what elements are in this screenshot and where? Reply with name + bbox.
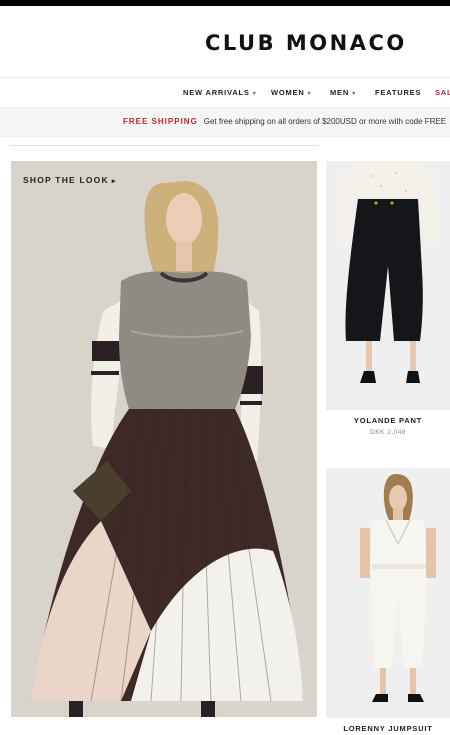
product-image-lorenny-jumpsuit[interactable] xyxy=(326,468,450,718)
nav-label: NEW ARRIVALS xyxy=(183,88,250,97)
product-price: DKK 2,048 xyxy=(370,429,406,436)
content-divider xyxy=(10,145,318,146)
shop-the-look-link[interactable]: SHOP THE LOOK ▸ xyxy=(23,175,117,185)
nav-item-new-arrivals[interactable]: NEW ARRIVALS ▾ xyxy=(183,88,257,97)
yolande-pant-illustration xyxy=(326,161,450,410)
model-illustration xyxy=(11,161,317,717)
hero-image[interactable]: SHOP THE LOOK ▸ xyxy=(11,161,317,717)
play-arrow-icon: ▸ xyxy=(111,178,117,185)
club-monaco-logo[interactable]: CLUB MONACO xyxy=(205,31,407,55)
nav-item-men[interactable]: MEN ▾ xyxy=(330,88,356,97)
nav-item-sale[interactable]: SAL xyxy=(435,88,450,97)
promo-text: Get free shipping on all orders of $200U… xyxy=(203,117,447,126)
product-name[interactable]: LORENNY JUMPSUIT xyxy=(326,724,450,733)
header-divider xyxy=(0,77,450,78)
nav-item-features[interactable]: FEATURES xyxy=(375,88,421,97)
chevron-down-icon: ▾ xyxy=(307,91,312,97)
nav-label: MEN xyxy=(330,88,350,97)
nav-label: FEATURES xyxy=(375,88,422,97)
promo-banner: FREE SHIPPING Get free shipping on all or… xyxy=(0,107,450,137)
nav-item-women[interactable]: WOMEN ▾ xyxy=(271,88,311,97)
product-image-yolande-pant[interactable] xyxy=(326,161,450,410)
promo-label[interactable]: FREE SHIPPING xyxy=(123,117,198,126)
lorenny-jumpsuit-illustration xyxy=(326,468,450,718)
main-nav: NEW ARRIVALS▾ WOMEN▾ MEN▾ FEATURES SAL xyxy=(0,80,450,104)
top-black-bar xyxy=(0,0,450,6)
chevron-down-icon: ▾ xyxy=(252,91,257,97)
nav-label: WOMEN xyxy=(271,88,305,97)
nav-label: SAL xyxy=(435,88,450,97)
product-name[interactable]: YOLANDE PANT xyxy=(326,416,450,425)
chevron-down-icon: ▾ xyxy=(352,91,356,97)
shop-the-look-label: SHOP THE LOOK xyxy=(23,175,109,185)
promo-content: FREE SHIPPING Get free shipping on all or… xyxy=(123,117,446,126)
